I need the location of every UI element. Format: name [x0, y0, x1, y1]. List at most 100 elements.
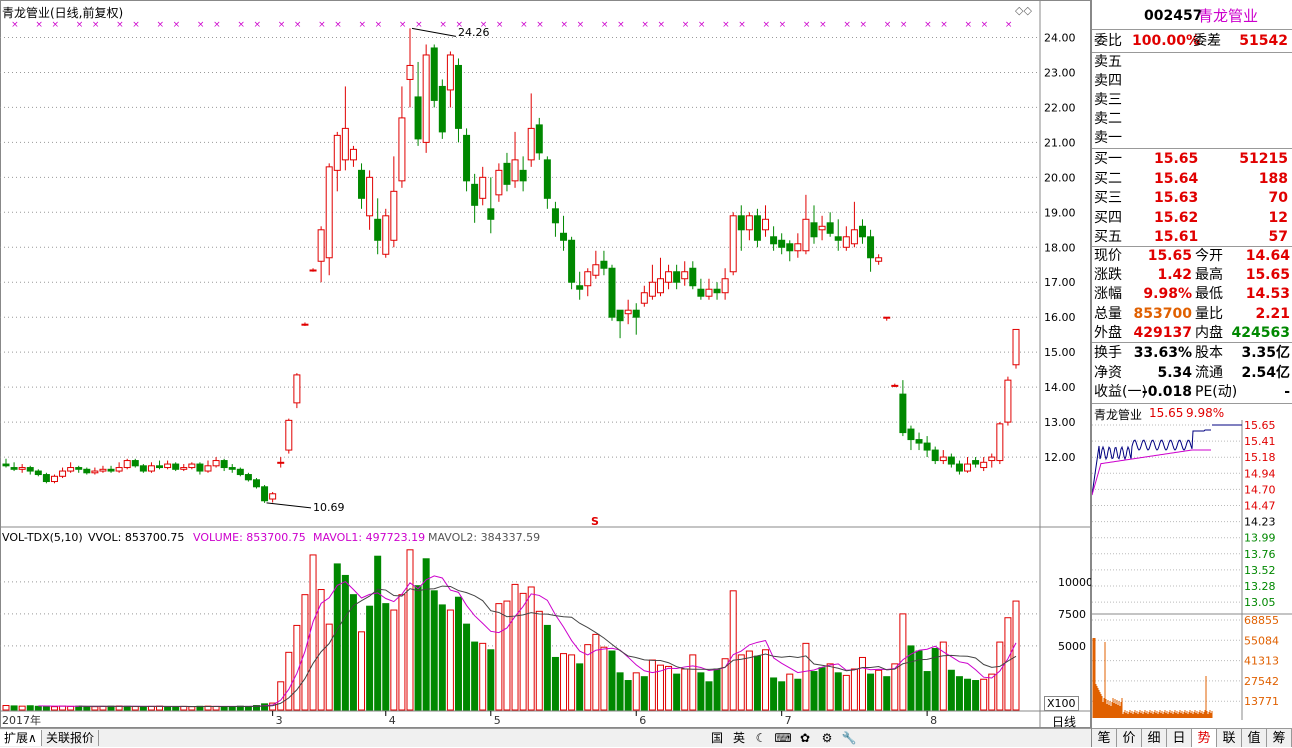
- volume-bar-down: [834, 672, 842, 711]
- candle-body-up: [584, 271, 592, 287]
- intraday-mini-chart[interactable]: 15.65 15.41 15.18 14.94 14.70 14.47 14.23 13.99…: [1092, 420, 1292, 720]
- mini-vol-label: 13771: [1244, 695, 1279, 708]
- volume-bar-up: [826, 663, 834, 711]
- stat-label: 现价: [1094, 248, 1122, 264]
- candle-body-up: [624, 309, 632, 315]
- mini-price-label: 13.76: [1244, 548, 1276, 561]
- candle-body-down: [196, 463, 204, 472]
- candle-body-up: [705, 288, 713, 297]
- candle-body-down: [786, 243, 794, 252]
- kline-chart-svg[interactable]: 24.00 23.00 22.00 21.00 20.00 19.00 18.00 17.00…: [0, 0, 1091, 728]
- vol-indicator-name[interactable]: VOL-TDX(5,10): [2, 531, 83, 544]
- stock-code: 002457: [1144, 8, 1203, 24]
- volume-bar-up: [503, 600, 511, 711]
- candle-body-down: [430, 47, 438, 101]
- candle-body-down: [551, 208, 559, 224]
- side-tab-5[interactable]: 联: [1217, 728, 1242, 747]
- volume-bar-down: [705, 681, 713, 711]
- candle-body-up: [277, 461, 285, 464]
- volume-bar-up: [681, 668, 689, 711]
- stat-label: 涨跌: [1094, 267, 1122, 284]
- date-label: 5: [494, 714, 501, 727]
- volume-bar-up: [309, 554, 317, 711]
- signal-marker: ×: [617, 20, 625, 30]
- volume-bar-down: [139, 706, 147, 711]
- volume-bar-up: [980, 678, 988, 711]
- volume-bar-down: [972, 680, 980, 711]
- date-label: 4: [389, 714, 396, 727]
- signal-marker: ×: [132, 20, 140, 30]
- volume-bar-down: [923, 671, 931, 711]
- side-tab-0[interactable]: 笔: [1092, 728, 1117, 747]
- volume-bar-down: [551, 656, 559, 711]
- volume-bar-up: [527, 586, 535, 711]
- volume-bar-up: [786, 673, 794, 711]
- volume-bar-up: [18, 705, 26, 711]
- side-tab-7[interactable]: 筹: [1267, 728, 1292, 747]
- candle-body-down: [107, 468, 115, 472]
- weibi-row: 委比 100.00% 委差 51542: [1094, 33, 1288, 49]
- toolbar-icon-2[interactable]: ☾: [752, 730, 770, 746]
- volume-bar-up: [406, 549, 414, 711]
- kline-chart-area[interactable]: 24.00 23.00 22.00 21.00 20.00 19.00 18.00 17.00…: [0, 0, 1091, 729]
- volume-bar-down: [543, 624, 551, 711]
- side-tab-6[interactable]: 值: [1242, 728, 1267, 747]
- volume-bar-down: [382, 603, 390, 711]
- side-tab-3[interactable]: 日: [1167, 728, 1192, 747]
- candle-body-down: [10, 467, 18, 470]
- candle-body-down: [261, 486, 269, 502]
- stat-label: 换手: [1094, 345, 1122, 361]
- candle-body-up: [883, 316, 891, 319]
- candle-body-down: [2, 463, 10, 467]
- toolbar-icon-6[interactable]: 🔧: [840, 730, 858, 746]
- signal-marker: ×: [884, 20, 892, 30]
- vol-unit-label: X100: [1044, 696, 1079, 711]
- toolbar-icon-4[interactable]: ✿: [796, 730, 814, 746]
- tab-related-quotes[interactable]: 关联报价: [42, 730, 100, 746]
- mini-chart-pct: 9.98%: [1186, 406, 1225, 420]
- toolbar-icon-3[interactable]: ⌨: [774, 730, 792, 746]
- chart-frame: [0, 0, 1091, 728]
- volume-bar-up: [858, 656, 866, 711]
- side-tab-1[interactable]: 价: [1117, 728, 1142, 747]
- side-tab-2[interactable]: 细: [1142, 728, 1167, 747]
- signal-marker: ×: [698, 20, 706, 30]
- candle-body-down: [947, 456, 955, 465]
- signal-marker: ×: [520, 20, 528, 30]
- stat-label: PE(动): [1195, 384, 1238, 400]
- candle-body-down: [220, 460, 228, 469]
- candle-body-down: [438, 85, 446, 133]
- volume-bar-down: [10, 705, 18, 711]
- toolbar-icon-1[interactable]: 英: [730, 730, 748, 746]
- volume-bar-down: [471, 641, 479, 711]
- toolbar-icon-0[interactable]: 国: [708, 730, 726, 746]
- signal-marker: ×: [981, 20, 989, 30]
- candle-body-up: [964, 463, 972, 472]
- signal-marker: ×: [965, 20, 973, 30]
- volume-bar-up: [729, 590, 737, 711]
- vol-tick-label: 7500: [1058, 608, 1086, 621]
- signal-marker: ×: [415, 20, 423, 30]
- signal-marker: ×: [35, 20, 43, 30]
- signal-marker: ×: [763, 20, 771, 30]
- toolbar-icon-5[interactable]: ⚙: [818, 730, 836, 746]
- volume-bar-up: [568, 654, 576, 711]
- candle-body-down: [34, 470, 42, 476]
- candle-body-up: [495, 169, 503, 196]
- candle-body-up: [802, 218, 810, 252]
- volume-bar-down: [778, 681, 786, 711]
- volume-bar-down: [576, 663, 584, 711]
- volume-bar-up: [2, 705, 10, 711]
- signal-marker: ×: [1005, 20, 1013, 30]
- volume-bar-down: [794, 678, 802, 711]
- vvol-value: VVOL: 853700.75: [88, 531, 185, 544]
- candle-body-down: [156, 465, 164, 469]
- side-tab-4[interactable]: 势: [1192, 728, 1217, 747]
- stat-value: 429137: [1133, 324, 1192, 341]
- volume-bar-up: [875, 669, 883, 711]
- sell-level-2: 卖二: [1094, 111, 1122, 127]
- stat-label: 总量: [1094, 305, 1122, 322]
- tab-expand[interactable]: 扩展∧: [0, 730, 42, 746]
- chart-options-icon[interactable]: ◇◇: [1015, 4, 1032, 17]
- volume-bar-up: [479, 642, 487, 711]
